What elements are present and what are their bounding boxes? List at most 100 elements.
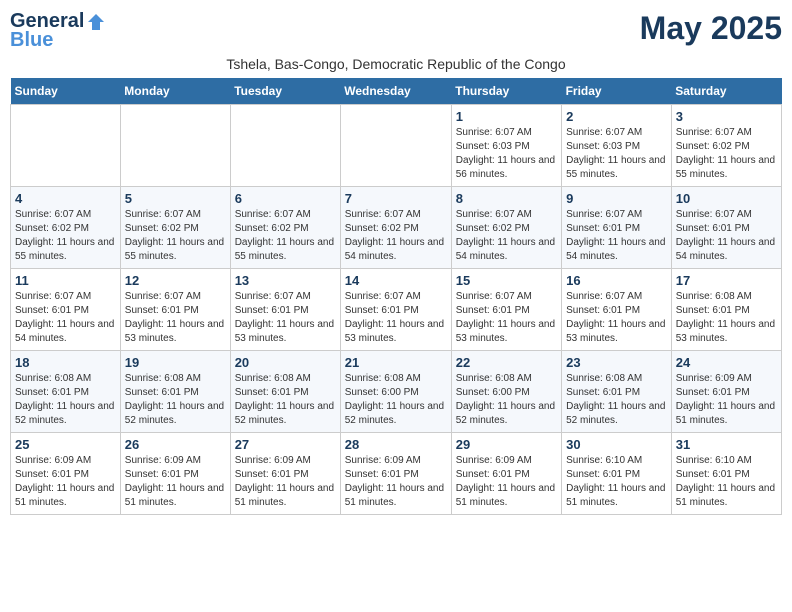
calendar-cell: 3 Sunrise: 6:07 AM Sunset: 6:02 PM Daylig… <box>671 105 781 187</box>
header-thursday: Thursday <box>451 78 561 105</box>
day-info: Sunrise: 6:09 AM Sunset: 6:01 PM Dayligh… <box>345 454 447 510</box>
calendar-cell: 11 Sunrise: 6:07 AM Sunset: 6:01 PM Dayli… <box>11 269 121 351</box>
calendar-cell: 12 Sunrise: 6:07 AM Sunset: 6:01 PM Dayli… <box>120 269 230 351</box>
day-info: Sunrise: 6:07 AM Sunset: 6:02 PM Dayligh… <box>125 208 226 264</box>
logo: General Blue <box>10 10 108 52</box>
calendar-cell <box>340 105 451 187</box>
logo-blue: Blue <box>10 29 53 52</box>
day-number: 12 <box>125 273 226 288</box>
location-subtitle: Tshela, Bas-Congo, Democratic Republic o… <box>10 56 782 72</box>
day-info: Sunrise: 6:09 AM Sunset: 6:01 PM Dayligh… <box>15 454 116 510</box>
calendar-cell: 21Sunrise: 6:08 AM Sunset: 6:00 PM Dayli… <box>340 351 451 433</box>
header-friday: Friday <box>562 78 672 105</box>
calendar-cell: 4 Sunrise: 6:07 AM Sunset: 6:02 PM Daylig… <box>11 187 121 269</box>
day-info: Sunrise: 6:07 AM Sunset: 6:01 PM Dayligh… <box>566 290 667 346</box>
day-info: Sunrise: 6:08 AM Sunset: 6:01 PM Dayligh… <box>15 372 116 428</box>
day-info: Sunrise: 6:07 AM Sunset: 6:01 PM Dayligh… <box>676 208 777 264</box>
day-number: 5 <box>125 191 226 206</box>
calendar-cell: 6 Sunrise: 6:07 AM Sunset: 6:02 PM Daylig… <box>230 187 340 269</box>
day-number: 26 <box>125 437 226 452</box>
calendar-cell: 8 Sunrise: 6:07 AM Sunset: 6:02 PM Daylig… <box>451 187 561 269</box>
day-number: 30 <box>566 437 667 452</box>
day-info: Sunrise: 6:08 AM Sunset: 6:00 PM Dayligh… <box>456 372 557 428</box>
calendar-cell: 7Sunrise: 6:07 AM Sunset: 6:02 PM Daylig… <box>340 187 451 269</box>
calendar-cell: 9 Sunrise: 6:07 AM Sunset: 6:01 PM Daylig… <box>562 187 672 269</box>
day-number: 20 <box>235 355 336 370</box>
calendar-cell: 27 Sunrise: 6:09 AM Sunset: 6:01 PM Dayli… <box>230 433 340 515</box>
day-info: Sunrise: 6:07 AM Sunset: 6:01 PM Dayligh… <box>345 290 447 346</box>
day-info: Sunrise: 6:08 AM Sunset: 6:01 PM Dayligh… <box>235 372 336 428</box>
calendar-table: Sunday Monday Tuesday Wednesday Thursday… <box>10 78 782 515</box>
month-year-title: May 2025 <box>640 10 782 47</box>
calendar-cell: 10 Sunrise: 6:07 AM Sunset: 6:01 PM Dayli… <box>671 187 781 269</box>
day-number: 11 <box>15 273 116 288</box>
day-number: 19 <box>125 355 226 370</box>
calendar-cell: 18 Sunrise: 6:08 AM Sunset: 6:01 PM Dayli… <box>11 351 121 433</box>
day-number: 16 <box>566 273 667 288</box>
day-number: 4 <box>15 191 116 206</box>
day-info: Sunrise: 6:10 AM Sunset: 6:01 PM Dayligh… <box>566 454 667 510</box>
day-info: Sunrise: 6:07 AM Sunset: 6:03 PM Dayligh… <box>566 126 667 182</box>
day-number: 24 <box>676 355 777 370</box>
day-info: Sunrise: 6:07 AM Sunset: 6:02 PM Dayligh… <box>676 126 777 182</box>
calendar-cell: 14Sunrise: 6:07 AM Sunset: 6:01 PM Dayli… <box>340 269 451 351</box>
day-number: 28 <box>345 437 447 452</box>
day-info: Sunrise: 6:09 AM Sunset: 6:01 PM Dayligh… <box>235 454 336 510</box>
calendar-cell: 23 Sunrise: 6:08 AM Sunset: 6:01 PM Dayli… <box>562 351 672 433</box>
day-info: Sunrise: 6:09 AM Sunset: 6:01 PM Dayligh… <box>456 454 557 510</box>
day-number: 23 <box>566 355 667 370</box>
day-info: Sunrise: 6:07 AM Sunset: 6:01 PM Dayligh… <box>15 290 116 346</box>
day-info: Sunrise: 6:08 AM Sunset: 6:01 PM Dayligh… <box>676 290 777 346</box>
day-info: Sunrise: 6:07 AM Sunset: 6:02 PM Dayligh… <box>456 208 557 264</box>
day-number: 31 <box>676 437 777 452</box>
calendar-week-4: 18 Sunrise: 6:08 AM Sunset: 6:01 PM Dayli… <box>11 351 782 433</box>
logo-icon <box>86 12 106 32</box>
day-info: Sunrise: 6:07 AM Sunset: 6:01 PM Dayligh… <box>566 208 667 264</box>
day-number: 13 <box>235 273 336 288</box>
calendar-cell: 19Sunrise: 6:08 AM Sunset: 6:01 PM Dayli… <box>120 351 230 433</box>
day-number: 18 <box>15 355 116 370</box>
calendar-cell: 25 Sunrise: 6:09 AM Sunset: 6:01 PM Dayli… <box>11 433 121 515</box>
day-info: Sunrise: 6:08 AM Sunset: 6:01 PM Dayligh… <box>566 372 667 428</box>
day-number: 21 <box>345 355 447 370</box>
day-number: 8 <box>456 191 557 206</box>
day-info: Sunrise: 6:07 AM Sunset: 6:02 PM Dayligh… <box>15 208 116 264</box>
page-header: General Blue May 2025 <box>10 10 782 52</box>
calendar-cell: 16 Sunrise: 6:07 AM Sunset: 6:01 PM Dayli… <box>562 269 672 351</box>
calendar-cell: 15Sunrise: 6:07 AM Sunset: 6:01 PM Dayli… <box>451 269 561 351</box>
calendar-cell <box>230 105 340 187</box>
day-number: 27 <box>235 437 336 452</box>
calendar-cell: 30 Sunrise: 6:10 AM Sunset: 6:01 PM Dayli… <box>562 433 672 515</box>
day-info: Sunrise: 6:07 AM Sunset: 6:02 PM Dayligh… <box>345 208 447 264</box>
calendar-cell: 17 Sunrise: 6:08 AM Sunset: 6:01 PM Dayli… <box>671 269 781 351</box>
header-sunday: Sunday <box>11 78 121 105</box>
day-number: 9 <box>566 191 667 206</box>
calendar-week-2: 4 Sunrise: 6:07 AM Sunset: 6:02 PM Daylig… <box>11 187 782 269</box>
day-number: 15 <box>456 273 557 288</box>
calendar-week-5: 25 Sunrise: 6:09 AM Sunset: 6:01 PM Dayli… <box>11 433 782 515</box>
calendar-cell: 28 Sunrise: 6:09 AM Sunset: 6:01 PM Dayli… <box>340 433 451 515</box>
day-number: 1 <box>456 109 557 124</box>
day-number: 6 <box>235 191 336 206</box>
header-tuesday: Tuesday <box>230 78 340 105</box>
header-wednesday: Wednesday <box>340 78 451 105</box>
day-number: 22 <box>456 355 557 370</box>
calendar-cell: 1Sunrise: 6:07 AM Sunset: 6:03 PM Daylig… <box>451 105 561 187</box>
header-monday: Monday <box>120 78 230 105</box>
day-info: Sunrise: 6:07 AM Sunset: 6:02 PM Dayligh… <box>235 208 336 264</box>
day-number: 10 <box>676 191 777 206</box>
calendar-cell: 29Sunrise: 6:09 AM Sunset: 6:01 PM Dayli… <box>451 433 561 515</box>
calendar-cell: 13 Sunrise: 6:07 AM Sunset: 6:01 PM Dayli… <box>230 269 340 351</box>
day-info: Sunrise: 6:07 AM Sunset: 6:01 PM Dayligh… <box>235 290 336 346</box>
day-number: 25 <box>15 437 116 452</box>
day-info: Sunrise: 6:07 AM Sunset: 6:01 PM Dayligh… <box>125 290 226 346</box>
day-number: 17 <box>676 273 777 288</box>
calendar-cell: 20 Sunrise: 6:08 AM Sunset: 6:01 PM Dayli… <box>230 351 340 433</box>
day-number: 3 <box>676 109 777 124</box>
calendar-cell: 24Sunrise: 6:09 AM Sunset: 6:01 PM Dayli… <box>671 351 781 433</box>
header-saturday: Saturday <box>671 78 781 105</box>
calendar-week-1: 1 Sunrise: 6:07 AM Sunset: 6:03 PM Daylig… <box>11 105 782 187</box>
calendar-cell: 22 Sunrise: 6:08 AM Sunset: 6:00 PM Dayli… <box>451 351 561 433</box>
calendar-cell: 31Sunrise: 6:10 AM Sunset: 6:01 PM Dayli… <box>671 433 781 515</box>
day-number: 2 <box>566 109 667 124</box>
